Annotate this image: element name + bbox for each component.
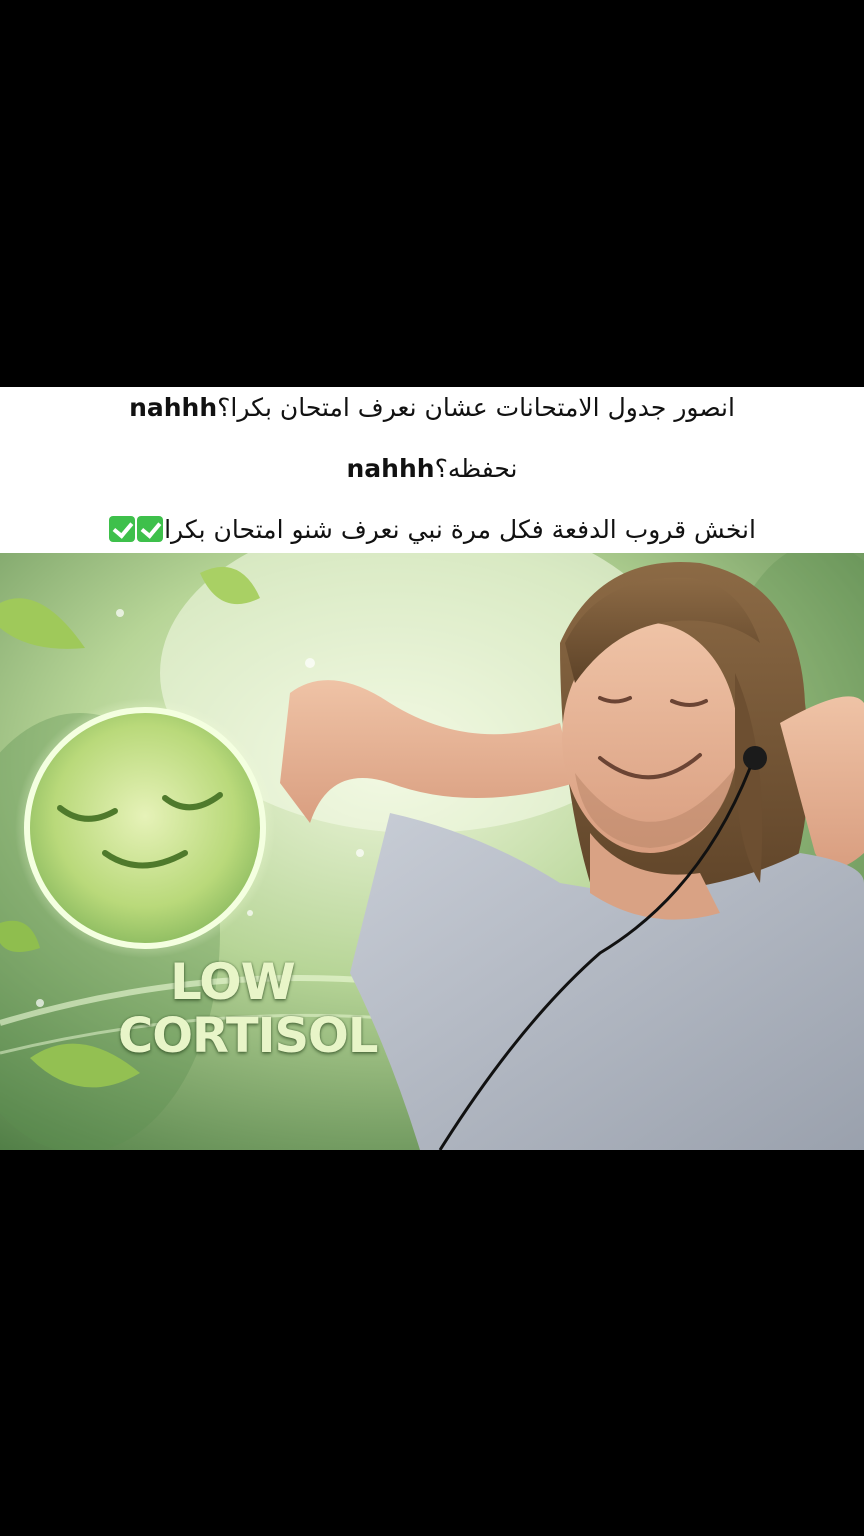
check-mark-icon — [109, 516, 136, 542]
video-frame: انصور جدول الامتحانات عشان نعرف امتحان ب… — [0, 0, 864, 1536]
caption-line-3-arabic: انخش قروب الدفعة فكل مرة نبي نعرف شنو ام… — [164, 515, 756, 544]
check-mark-icon — [137, 516, 164, 542]
meme-photo: LOW CORTISOL — [0, 553, 864, 1150]
caption-line-1-latin: nahhh — [129, 393, 218, 422]
caption-line-3: انخش قروب الدفعة فكل مرة نبي نعرف شنو ام… — [0, 512, 864, 548]
caption-line-2-latin: nahhh — [346, 454, 435, 483]
caption-line-2-arabic: نحفظه؟ — [434, 454, 518, 483]
caption-line-1: انصور جدول الامتحانات عشان نعرف امتحان ب… — [0, 390, 864, 426]
caption-panel: انصور جدول الامتحانات عشان نعرف امتحان ب… — [0, 387, 864, 553]
low-label: LOW — [170, 953, 296, 1011]
caption-line-2: نحفظه؟nahhh — [0, 451, 864, 487]
caption-line-1-arabic: انصور جدول الامتحانات عشان نعرف امتحان ب… — [217, 393, 735, 422]
cortisol-label: CORTISOL — [118, 1008, 378, 1064]
